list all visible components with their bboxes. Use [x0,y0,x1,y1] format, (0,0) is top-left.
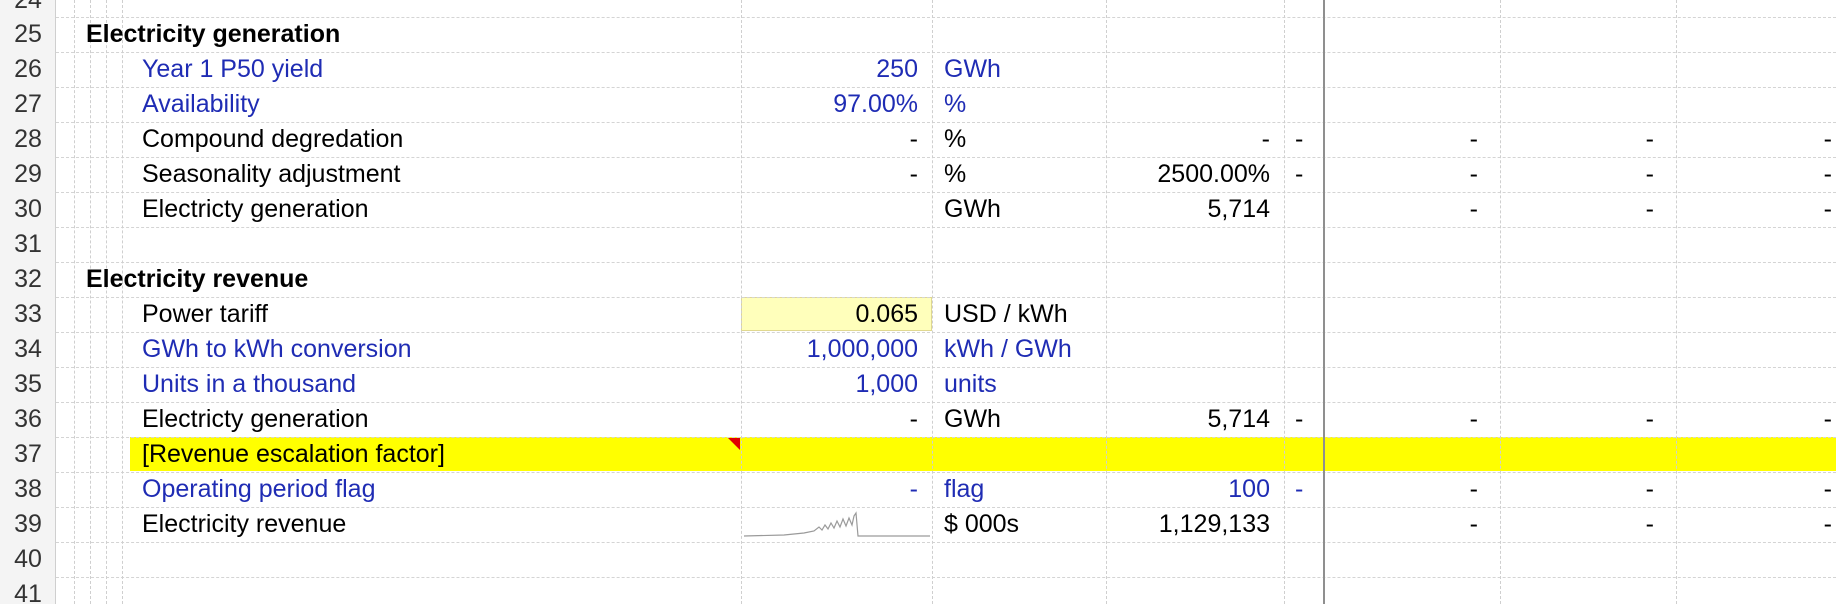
grid-line [56,262,1836,263]
row-number[interactable]: 39 [0,507,56,542]
row-label[interactable]: Year 1 P50 yield [142,52,323,87]
row-label[interactable]: Units in a thousand [142,367,356,402]
section-header-generation[interactable]: Electricity generation [86,17,340,52]
row-label[interactable]: Availability [142,87,260,122]
row-number[interactable]: 26 [0,52,56,87]
grid-line [106,0,107,604]
period-cell[interactable]: - [1324,192,1478,227]
total-cell[interactable]: 100 [1106,472,1270,507]
comment-indicator-icon[interactable] [728,438,740,450]
unit-cell[interactable]: % [944,122,966,157]
row-label[interactable]: Electricty generation [142,402,369,437]
unit-cell[interactable]: $ 000s [944,507,1019,542]
row-number[interactable]: 37 [0,437,56,472]
row-number[interactable]: 33 [0,297,56,332]
period-cell[interactable]: - [1295,402,1303,437]
row-number[interactable]: 35 [0,367,56,402]
grid-line [1284,0,1285,604]
period-cell[interactable]: - [1500,192,1654,227]
section-header-revenue[interactable]: Electricity revenue [86,262,308,297]
total-cell[interactable]: 2500.00% [1106,157,1270,192]
row-label[interactable]: Operating period flag [142,472,375,507]
row-number[interactable]: 29 [0,157,56,192]
row-number[interactable]: 30 [0,192,56,227]
grid-line [932,0,933,604]
period-cell[interactable]: - [1500,507,1654,542]
row-number[interactable]: 41 [0,577,56,612]
grid-line [74,0,75,604]
row-label[interactable]: Power tariff [142,297,268,332]
total-cell[interactable]: - [1106,122,1270,157]
period-cell[interactable]: - [1500,472,1654,507]
unit-cell[interactable]: GWh [944,402,1001,437]
period-cell[interactable]: - [1324,507,1478,542]
period-cell[interactable]: - [1324,472,1478,507]
input-value[interactable]: 97.00% [741,87,918,122]
period-cell[interactable]: - [1676,157,1832,192]
row-label[interactable]: Electricty generation [142,192,369,227]
row-label[interactable]: Seasonality adjustment [142,157,400,192]
unit-cell[interactable]: units [944,367,997,402]
spreadsheet-grid[interactable]: 24 25 26 27 28 29 30 31 32 33 34 35 36 3… [0,0,1836,608]
power-tariff-input[interactable]: 0.065 [741,297,918,332]
value-cell[interactable]: - [741,122,918,157]
grid-line [56,577,1836,578]
row-label[interactable]: Electricity revenue [142,507,346,542]
period-cell[interactable]: - [1324,157,1478,192]
period-cell[interactable]: - [1295,157,1303,192]
row-number[interactable]: 24 [0,0,56,18]
value-cell[interactable]: - [741,157,918,192]
unit-cell[interactable]: GWh [944,52,1001,87]
period-cell[interactable]: - [1500,157,1654,192]
period-cell[interactable]: - [1676,472,1832,507]
value-cell[interactable]: - [741,402,918,437]
row-number[interactable]: 27 [0,87,56,122]
unit-cell[interactable]: flag [944,472,984,507]
row-number[interactable]: 32 [0,262,56,297]
input-value[interactable]: 250 [741,52,918,87]
row-label[interactable]: [Revenue escalation factor] [142,437,445,472]
unit-cell[interactable]: % [944,87,966,122]
sparkline-chart [744,511,930,537]
input-value[interactable]: - [741,472,918,507]
grid-line [56,227,1836,228]
total-cell[interactable]: 5,714 [1106,402,1270,437]
unit-cell[interactable]: GWh [944,192,1001,227]
row-number[interactable]: 34 [0,332,56,367]
period-cell[interactable]: - [1500,122,1654,157]
input-value[interactable]: 1,000 [741,367,918,402]
row-label[interactable]: Compound degredation [142,122,403,157]
period-cell[interactable]: - [1676,402,1832,437]
period-cell[interactable]: - [1676,507,1832,542]
row-number[interactable]: 38 [0,472,56,507]
period-cell[interactable]: - [1295,472,1303,507]
row-label[interactable]: GWh to kWh conversion [142,332,412,367]
unit-cell[interactable]: % [944,157,966,192]
row-number[interactable]: 28 [0,122,56,157]
total-cell[interactable]: 5,714 [1106,192,1270,227]
period-cell[interactable]: - [1324,122,1478,157]
grid-line [56,542,1836,543]
period-cell[interactable]: - [1676,122,1832,157]
total-cell[interactable]: 1,129,133 [1106,507,1270,542]
grid-line [90,0,91,604]
row-number[interactable]: 40 [0,542,56,577]
row-number[interactable]: 25 [0,17,56,52]
input-value[interactable]: 1,000,000 [741,332,918,367]
grid-line [122,0,123,604]
period-cell[interactable]: - [1324,402,1478,437]
row-number[interactable]: 31 [0,227,56,262]
period-cell[interactable]: - [1295,122,1303,157]
unit-cell[interactable]: USD / kWh [944,297,1068,332]
period-cell[interactable]: - [1500,402,1654,437]
unit-cell[interactable]: kWh / GWh [944,332,1072,367]
period-cell[interactable]: - [1676,192,1832,227]
row-number[interactable]: 36 [0,402,56,437]
